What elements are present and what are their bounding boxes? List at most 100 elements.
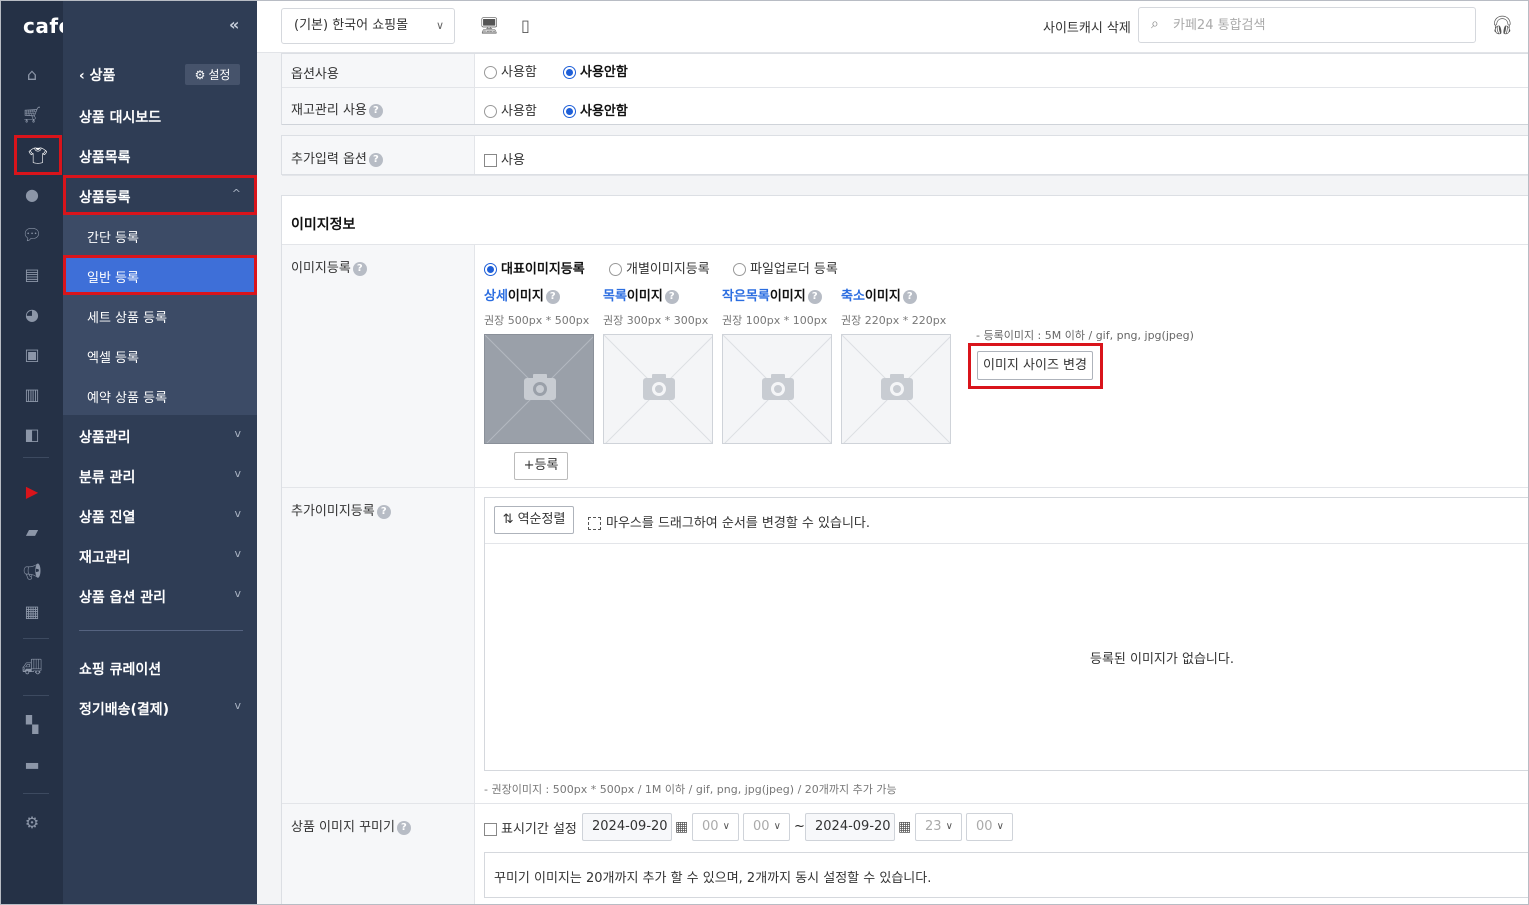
menu-item-stock[interactable]: 재고관리 v (79, 547, 249, 567)
collapse-menu-icon[interactable]: « (229, 15, 239, 34)
resize-image-button[interactable]: 이미지 사이즈 변경 (977, 351, 1093, 380)
mode-file-uploader[interactable]: 파일업로더 등록 (733, 258, 838, 277)
stock-use-no[interactable]: 사용안함 (563, 100, 628, 119)
end-hour-select[interactable]: 23 ∨ (915, 813, 962, 841)
stock-use-label: 재고관리 사용 (291, 103, 367, 118)
chevron-down-icon: ∨ (996, 821, 1004, 832)
menu-item-label: 상품 옵션 관리 (79, 590, 167, 606)
help-icon[interactable]: ? (368, 152, 383, 167)
stats-icon[interactable]: ▥ (1, 379, 63, 409)
chevron-down-icon: ∨ (773, 821, 781, 832)
submenu-item-excel[interactable]: 엑셀 등록 (87, 347, 139, 366)
menu-item-product-manage[interactable]: 상품관리 v (79, 427, 249, 447)
help-icon[interactable]: ? (664, 289, 679, 304)
help-icon[interactable]: ? (376, 504, 391, 519)
list-image-slot[interactable] (603, 334, 713, 444)
extra-input-label: 추가입력 옵션 (291, 152, 367, 167)
cart-icon[interactable]: 🛒︎ (1, 99, 63, 129)
calendar-icon[interactable]: ▦ (1, 596, 63, 626)
list-image-recommend: 권장 300px * 300px (603, 314, 709, 327)
reverse-sort-button[interactable]: ⇅ 역순정렬 (494, 506, 574, 534)
small-list-image-slot[interactable] (722, 334, 832, 444)
help-icon[interactable]: ? (352, 261, 367, 276)
menu-item-display[interactable]: 상품 진열 v (79, 507, 249, 527)
home-icon[interactable]: ⌂ (1, 59, 63, 89)
swap-icon: ⇅ (502, 512, 518, 527)
coupon-icon[interactable]: ▣ (1, 339, 63, 369)
thumb-image-slot[interactable] (841, 334, 951, 444)
submenu-item-simple[interactable]: 간단 등록 (87, 227, 139, 246)
calendar-icon[interactable]: ▦ (675, 819, 688, 835)
megaphone-icon[interactable]: 📢︎ (1, 556, 63, 586)
end-min-select[interactable]: 00 ∨ (966, 813, 1013, 841)
checkbox-icon (484, 154, 497, 167)
stock-use-yes[interactable]: 사용함 (484, 100, 537, 119)
extra-input-box: 추가입력 옵션? (281, 135, 1528, 175)
chat-icon[interactable]: 💬︎ (1, 219, 63, 249)
desktop-icon[interactable]: 🖥︎ (479, 16, 499, 35)
menu-settings-button[interactable]: ⚙ 설정 (185, 64, 240, 85)
youtube-icon[interactable]: ▶ (1, 476, 63, 506)
cache-delete-link[interactable]: 사이트캐시 삭제 (1043, 17, 1131, 36)
plus-icon: + (523, 458, 535, 473)
menu-item-category[interactable]: 분류 관리 v (79, 467, 249, 487)
shop-select[interactable]: (기본) 한국어 쇼핑몰 ∨ (281, 8, 455, 44)
menu-item-option-manage[interactable]: 상품 옵션 관리 v (79, 587, 249, 607)
menu-item-label: 상품 대시보드 (79, 110, 162, 126)
end-date-field[interactable]: 2024-09-20 (805, 813, 895, 841)
store-icon[interactable]: ▰ (1, 516, 63, 546)
stock-use-label-cell: 재고관리 사용? (282, 88, 475, 124)
option-use-label: 옵션사용 (282, 54, 475, 87)
detail-image-slot[interactable] (484, 334, 594, 444)
extra-input-checkbox[interactable]: 사용 (484, 149, 525, 168)
menu-item-label: 쇼핑 큐레이션 (79, 662, 162, 678)
submenu-item-reservation[interactable]: 예약 상품 등록 (87, 387, 167, 406)
gap (281, 125, 1528, 135)
period-checkbox[interactable]: 표시기간 설정 (484, 818, 577, 837)
mobile-icon[interactable]: ▯ (521, 16, 530, 35)
menu-item-subscription[interactable]: 정기배송(결제) v (79, 699, 249, 719)
start-min-select[interactable]: 00 ∨ (743, 813, 790, 841)
help-icon[interactable]: ? (368, 103, 383, 118)
help-icon[interactable]: ? (807, 289, 822, 304)
apps-grid-icon[interactable]: ▚ (1, 709, 63, 739)
mode-individual[interactable]: 개별이미지등록 (609, 258, 710, 277)
empty-message: 등록된 이미지가 없습니다. (1090, 652, 1234, 667)
start-hour-select[interactable]: 00 ∨ (692, 813, 739, 841)
option-use-no[interactable]: 사용안함 (563, 61, 628, 80)
menu-item-dashboard[interactable]: 상품 대시보드 (79, 107, 249, 127)
menu-item-curation[interactable]: 쇼핑 큐레이션 (79, 659, 249, 679)
headset-icon[interactable]: 🎧︎ (1491, 15, 1514, 36)
calendar-icon[interactable]: ▦ (898, 819, 911, 835)
menu-item-product-list[interactable]: 상품목록 (79, 147, 249, 167)
submenu-item-general[interactable]: 일반 등록 (87, 267, 139, 286)
settings-gear-icon[interactable]: ⚙ (1, 807, 63, 837)
help-icon[interactable]: ? (902, 289, 917, 304)
radio-label: 대표이미지등록 (501, 262, 585, 277)
help-icon[interactable]: ? (396, 820, 411, 835)
chevron-down-icon: ∨ (435, 19, 444, 32)
register-image-button[interactable]: +등록 (514, 452, 568, 480)
chevron-up-icon: ^ (231, 187, 241, 200)
help-icon[interactable]: ? (545, 289, 560, 304)
board-icon[interactable]: ▤ (1, 259, 63, 289)
rail-divider (23, 793, 49, 794)
search-input[interactable] (1173, 15, 1463, 35)
submenu-item-set[interactable]: 세트 상품 등록 (87, 307, 167, 326)
option-use-yes[interactable]: 사용함 (484, 61, 537, 80)
menu-item-product-register[interactable]: 상품등록 ^ (79, 187, 249, 207)
user-icon[interactable]: ● (1, 179, 63, 209)
menu-header[interactable]: ‹ 상품 (79, 65, 115, 85)
palette-icon[interactable]: ◕ (1, 299, 63, 329)
folder-icon[interactable]: ▬ (1, 749, 63, 779)
truck-icon[interactable]: 🚚︎ (1, 651, 63, 681)
stock-use-row: 재고관리 사용? (282, 88, 1528, 125)
mode-representative[interactable]: 대표이미지등록 (484, 258, 585, 277)
chevron-down-icon: v (234, 547, 241, 560)
tshirt-icon[interactable]: 👕︎ (14, 135, 62, 175)
menu-item-label: 분류 관리 (79, 470, 136, 486)
app-icon[interactable]: ◧ (1, 419, 63, 449)
menu-divider (79, 630, 243, 631)
start-date-field[interactable]: 2024-09-20 (582, 813, 672, 841)
chevron-down-icon: ∨ (722, 821, 730, 832)
